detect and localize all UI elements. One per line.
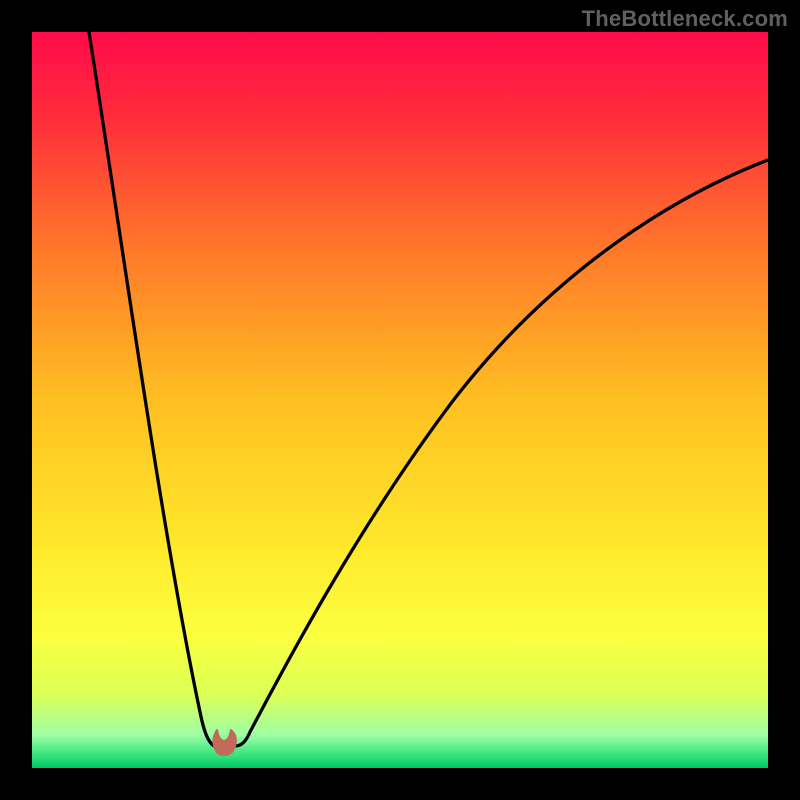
- curve-left-branch: [89, 32, 214, 746]
- curve-right-branch: [235, 160, 768, 746]
- bottleneck-curve: [32, 32, 768, 768]
- watermark-text: TheBottleneck.com: [582, 6, 788, 32]
- frame: TheBottleneck.com: [0, 0, 800, 800]
- curve-dip-marker: [213, 730, 236, 755]
- plot-area: [32, 32, 768, 768]
